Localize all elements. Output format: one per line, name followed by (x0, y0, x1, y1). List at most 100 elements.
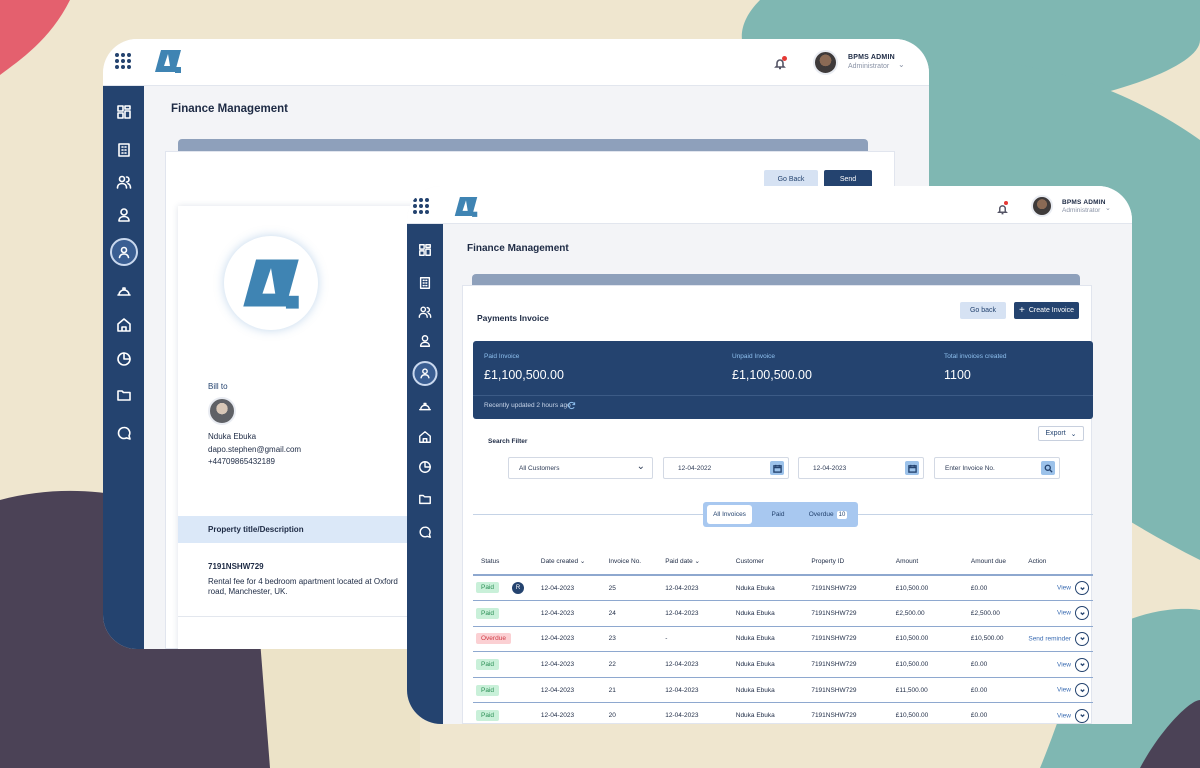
folder-icon[interactable] (116, 387, 132, 403)
building-icon[interactable] (116, 142, 132, 158)
chat-icon[interactable] (418, 525, 432, 539)
dashboard-icon[interactable] (418, 243, 432, 257)
chevron-down-icon[interactable]: ⌄ (1105, 204, 1111, 212)
summary-divider (473, 395, 1093, 396)
col-date-created[interactable]: Date created ⌄ (540, 548, 609, 576)
invoice-no-cell: 22 (608, 651, 666, 678)
staff-icon[interactable] (116, 207, 132, 223)
col-status: Status (473, 548, 541, 576)
col-amount: Amount (895, 548, 971, 576)
apps-grid-icon[interactable] (413, 198, 429, 214)
total-invoices-value: 1100 (944, 368, 971, 382)
view-link[interactable]: View (1057, 610, 1071, 617)
col-paid-date[interactable]: Paid date ⌄ (665, 548, 736, 576)
users-icon[interactable] (116, 174, 132, 190)
chevron-down-icon: ⌄ (636, 461, 645, 472)
view-link[interactable]: View (1057, 687, 1071, 694)
status-badge: Paid (476, 582, 500, 594)
chevron-down-icon[interactable] (1075, 657, 1089, 672)
action-cell: View (1028, 651, 1093, 678)
search-icon[interactable] (1041, 461, 1055, 475)
invoice-no-cell: 24 (608, 600, 666, 627)
col-customer: Customer (735, 548, 812, 576)
chevron-down-icon[interactable]: ⌄ (898, 60, 905, 69)
chevron-down-icon[interactable] (1075, 708, 1089, 723)
pie-chart-icon[interactable] (116, 351, 132, 367)
user-role: Administrator (848, 63, 890, 70)
view-link[interactable]: View (1057, 661, 1071, 668)
chevron-down-icon[interactable] (1075, 631, 1089, 646)
brand-logo-large (243, 259, 299, 309)
date-created-cell: 12-04-2023 (540, 702, 609, 724)
calendar-icon[interactable] (770, 461, 784, 475)
paid-date-cell: 12-04-2023 (665, 575, 736, 602)
status-badge: Paid (476, 684, 500, 696)
section-header: Property title/Description (178, 516, 418, 543)
amount-cell: £10,500.00 (895, 626, 971, 653)
invoice-no-cell: 21 (608, 677, 666, 704)
chevron-down-icon[interactable] (1075, 606, 1089, 621)
amount-due-cell: £0.00 (970, 702, 1029, 724)
invoice-summary: Paid Invoice £1,100,500.00 Unpaid Invoic… (473, 341, 1093, 419)
logo-circle (224, 236, 318, 330)
view-link[interactable]: View (1057, 712, 1071, 719)
chevron-down-icon[interactable] (1075, 683, 1089, 698)
tab-overdue[interactable]: Overdue 10 (803, 505, 853, 524)
user-avatar[interactable] (1031, 195, 1053, 217)
folder-icon[interactable] (418, 492, 432, 506)
staff-icon[interactable] (418, 334, 432, 348)
action-cell: View (1028, 575, 1093, 602)
row-badge: R (512, 582, 525, 595)
user-icon[interactable] (418, 366, 432, 380)
status-badge: Overdue (476, 633, 511, 645)
invoice-no-cell: 25 (608, 575, 666, 602)
paid-invoice-label: Paid Invoice (484, 353, 520, 360)
home-icon[interactable] (116, 317, 132, 333)
customer-select-value: All Customers (519, 464, 560, 472)
go-back-button[interactable]: Go back (960, 302, 1006, 319)
date-to-field[interactable]: 12-04-2023 (798, 457, 924, 479)
invoice-search-field[interactable]: Enter Invoice No. (934, 457, 1060, 479)
chevron-down-icon[interactable] (1075, 581, 1089, 596)
customer-cell: Nduka Ebuka (735, 702, 812, 724)
date-created-cell: 12-04-2023 (540, 626, 609, 653)
date-from-field[interactable]: 12-04-2022 (663, 457, 789, 479)
customer-cell: Nduka Ebuka (735, 651, 812, 678)
home-icon[interactable] (418, 430, 432, 444)
dashboard-icon[interactable] (116, 104, 132, 120)
create-invoice-button[interactable]: + Create Invoice (1014, 302, 1079, 319)
export-button[interactable]: Export ⌄ (1038, 426, 1084, 441)
tab-paid[interactable]: Paid (761, 505, 795, 524)
user-role: Administrator (1062, 207, 1101, 214)
amount-due-cell: £0.00 (970, 677, 1029, 704)
user-icon[interactable] (116, 244, 132, 260)
unpaid-invoice-value: £1,100,500.00 (732, 368, 812, 382)
table-row: Paid 12-04-2023 24 12-04-2023 Nduka Ebuka 719… (473, 600, 1093, 627)
hard-hat-icon[interactable] (418, 400, 432, 414)
apps-grid-icon[interactable] (115, 53, 131, 69)
property-id-cell: 7191NSHW729 (811, 651, 896, 678)
tab-all-invoices[interactable]: All Invoices (707, 505, 752, 524)
invoice-search-placeholder: Enter Invoice No. (945, 464, 995, 472)
hard-hat-icon[interactable] (116, 284, 132, 300)
amount-due-cell: £2,500.00 (970, 600, 1029, 627)
action-cell: View (1028, 600, 1093, 627)
status-cell: Paid (473, 677, 541, 704)
building-icon[interactable] (418, 276, 432, 290)
view-link[interactable]: View (1057, 585, 1071, 592)
customer-select[interactable]: All Customers ⌄ (508, 457, 653, 479)
send-reminder-link[interactable]: Send reminder (1028, 636, 1071, 643)
tab-overdue-label: Overdue (808, 511, 834, 518)
user-avatar[interactable] (813, 50, 838, 75)
refresh-icon[interactable] (567, 401, 576, 410)
calendar-icon[interactable] (905, 461, 919, 475)
paid-date-cell: - (665, 626, 736, 653)
invoice-table: Status Date created ⌄ Invoice No. Paid d… (473, 548, 1093, 724)
user-name: BPMS ADMIN (1062, 199, 1106, 206)
date-created-cell: 12-04-2023 (540, 575, 609, 602)
col-invoice-no: Invoice No. (608, 548, 666, 576)
users-icon[interactable] (418, 305, 432, 319)
back-sidebar (103, 86, 144, 649)
pie-chart-icon[interactable] (418, 460, 432, 474)
chat-icon[interactable] (116, 425, 132, 441)
